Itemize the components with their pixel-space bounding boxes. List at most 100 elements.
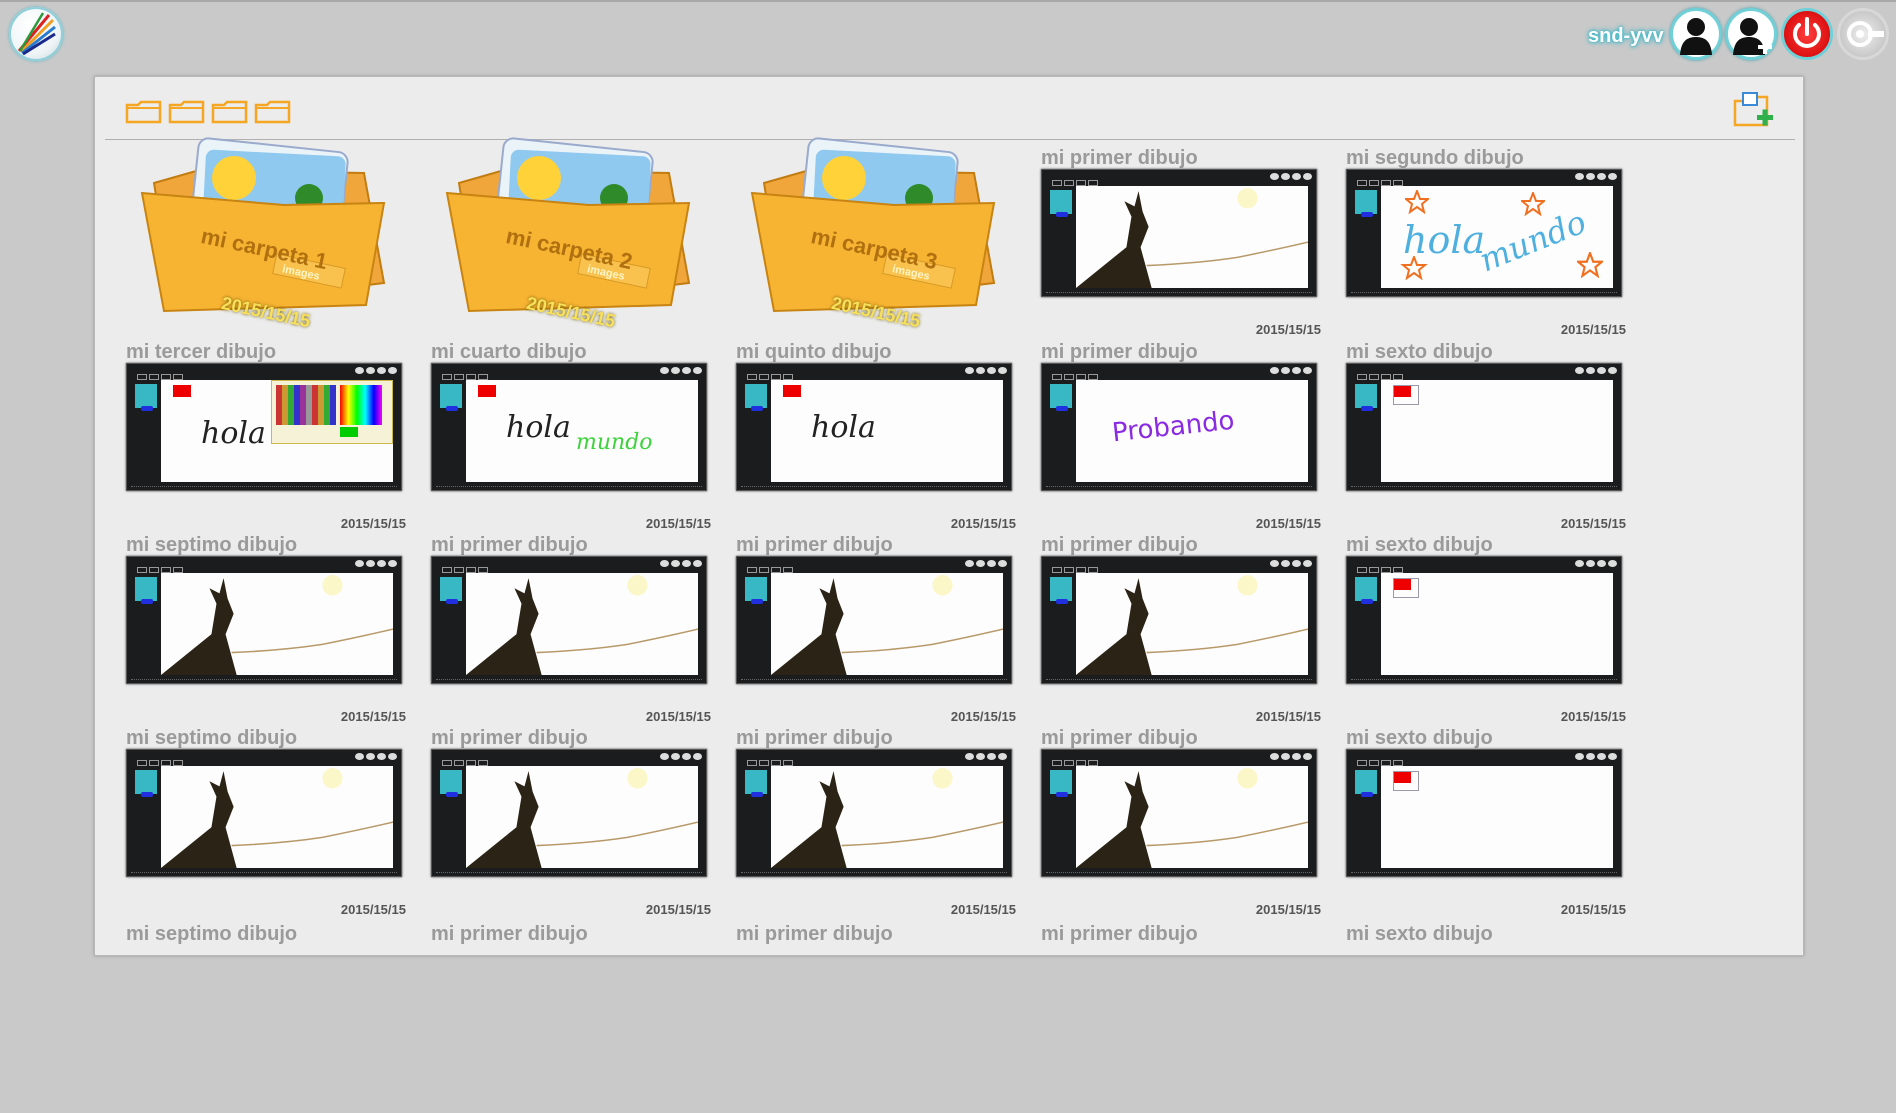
drawing-title[interactable]: mi sexto dibujo xyxy=(1346,341,1493,363)
drawing-date: 2015/15/15 xyxy=(1560,902,1626,917)
drawing-title[interactable]: mi quinto dibujo xyxy=(736,341,892,363)
drawing-item[interactable]: mi segundo dibujo hola mundo 2015/15/15 xyxy=(1346,147,1626,337)
drawing-item[interactable]: mi septimo dibujo 2015/15/15 xyxy=(126,534,406,724)
drawing-item[interactable]: mi sexto dibujo 2015/15/15 xyxy=(1346,341,1626,531)
drawing-title[interactable]: mi septimo dibujo xyxy=(126,923,297,945)
drawing-item[interactable]: mi primer dibujo 2015/15/15 xyxy=(1041,727,1321,917)
image-folder-icon xyxy=(750,137,996,313)
folder-item[interactable]: mi carpeta 2 images 2015/15/15 xyxy=(431,133,711,331)
user-silhouette-icon xyxy=(1680,18,1712,55)
drawing-canvas xyxy=(771,766,1004,868)
drawing-thumbnail[interactable] xyxy=(1041,556,1317,684)
drawing-title[interactable]: mi tercer dibujo xyxy=(126,341,276,363)
drawing-title[interactable]: mi primer dibujo xyxy=(431,923,588,945)
drawing-thumbnail[interactable] xyxy=(431,556,707,684)
window-controls xyxy=(660,367,702,374)
drawing-item[interactable]: mi primer dibujo 2015/15/15 xyxy=(736,534,1016,724)
profile-button[interactable] xyxy=(1670,8,1722,60)
drawing-item[interactable]: mi primer dibujo 2015/15/15 xyxy=(1041,534,1321,724)
drawing-item[interactable]: mi septimo dibujo xyxy=(126,923,406,1113)
drawing-item[interactable]: mi sexto dibujo 2015/15/15 xyxy=(1346,534,1626,724)
drawing-item[interactable]: mi primer dibujo 2015/15/15 xyxy=(431,727,711,917)
drawing-item[interactable]: mi cuarto dibujo hola mundo 2015/15/15 xyxy=(431,341,711,531)
drawing-title[interactable]: mi segundo dibujo xyxy=(1346,147,1524,169)
drawing-item[interactable]: mi primer dibujo xyxy=(431,923,711,1113)
drawing-title[interactable]: mi primer dibujo xyxy=(1041,923,1198,945)
mini-palette-color xyxy=(1361,212,1373,217)
drawing-item[interactable]: mi primer dibujo Probando 2015/15/15 xyxy=(1041,341,1321,531)
top-bar: snd-yvv xyxy=(0,0,1896,72)
drawing-item[interactable]: mi tercer dibujo hola 2015/15/15 xyxy=(126,341,406,531)
drawing-title[interactable]: mi primer dibujo xyxy=(736,727,893,749)
drawing-thumbnail[interactable]: hola mundo xyxy=(431,363,707,491)
window-controls xyxy=(965,753,1007,760)
mini-palette xyxy=(1355,770,1377,794)
drawing-item[interactable]: mi primer dibujo 2015/15/15 xyxy=(736,727,1016,917)
drawing-thumbnail[interactable] xyxy=(431,749,707,877)
folder-item[interactable]: mi carpeta 3 images 2015/15/15 xyxy=(736,133,1016,331)
drawing-item[interactable]: mi septimo dibujo 2015/15/15 xyxy=(126,727,406,917)
status-line xyxy=(1046,872,1312,873)
drawing-thumbnail[interactable]: Probando xyxy=(1041,363,1317,491)
drawing-canvas xyxy=(771,573,1004,675)
drawing-title[interactable]: mi sexto dibujo xyxy=(1346,923,1493,945)
drawing-title[interactable]: mi primer dibujo xyxy=(736,923,893,945)
drawing-thumbnail[interactable] xyxy=(736,556,1012,684)
app-logo[interactable] xyxy=(9,7,63,61)
drawing-date: 2015/15/15 xyxy=(340,709,406,724)
tree-drawing xyxy=(1076,575,1309,675)
tree-drawing xyxy=(161,575,394,675)
folder-item[interactable]: mi carpeta 1 images 2015/15/15 xyxy=(126,133,406,331)
mini-palette-color xyxy=(751,792,763,797)
drawing-thumbnail[interactable] xyxy=(1041,169,1317,297)
logout-button[interactable] xyxy=(1781,8,1833,60)
mini-palette-color xyxy=(1361,792,1373,797)
drawing-title[interactable]: mi septimo dibujo xyxy=(126,534,297,556)
window-controls xyxy=(965,367,1007,374)
drawing-thumbnail[interactable] xyxy=(1346,749,1622,877)
tree-drawing xyxy=(466,575,699,675)
swatch-frame xyxy=(1393,385,1419,405)
drawing-title[interactable]: mi septimo dibujo xyxy=(126,727,297,749)
drawing-title[interactable]: mi primer dibujo xyxy=(1041,147,1198,169)
settings-button[interactable] xyxy=(1837,8,1889,60)
drawing-title[interactable]: mi cuarto dibujo xyxy=(431,341,587,363)
drawing-title[interactable]: mi primer dibujo xyxy=(1041,341,1198,363)
drawing-item[interactable]: mi quinto dibujo hola 2015/15/15 xyxy=(736,341,1016,531)
drawing-date: 2015/15/15 xyxy=(1560,516,1626,531)
add-user-button[interactable] xyxy=(1725,8,1777,60)
drawing-item[interactable]: mi sexto dibujo xyxy=(1346,923,1626,1113)
status-line xyxy=(1046,486,1312,487)
drawing-title[interactable]: mi primer dibujo xyxy=(431,534,588,556)
drawing-thumbnail[interactable] xyxy=(1346,363,1622,491)
drawing-thumbnail[interactable]: hola xyxy=(736,363,1012,491)
drawing-date: 2015/15/15 xyxy=(645,516,711,531)
drawing-title[interactable]: mi primer dibujo xyxy=(1041,727,1198,749)
drawing-title[interactable]: mi sexto dibujo xyxy=(1346,534,1493,556)
drawing-item[interactable]: mi primer dibujo xyxy=(736,923,1016,1113)
drawing-item[interactable]: mi primer dibujo 2015/15/15 xyxy=(431,534,711,724)
drawing-thumbnail[interactable] xyxy=(1041,749,1317,877)
window-controls xyxy=(1575,367,1617,374)
drawing-canvas: hola mundo xyxy=(466,380,698,482)
drawing-title[interactable]: mi primer dibujo xyxy=(736,534,893,556)
drawing-date: 2015/15/15 xyxy=(340,902,406,917)
status-line xyxy=(1046,292,1312,293)
drawing-thumbnail[interactable]: hola xyxy=(126,363,402,491)
window-controls xyxy=(965,560,1007,567)
drawing-title[interactable]: mi sexto dibujo xyxy=(1346,727,1493,749)
drawing-title[interactable]: mi primer dibujo xyxy=(1041,534,1198,556)
drawing-thumbnail[interactable] xyxy=(736,749,1012,877)
drawing-item[interactable]: mi sexto dibujo 2015/15/15 xyxy=(1346,727,1626,917)
drawing-thumbnail[interactable] xyxy=(1346,556,1622,684)
drawing-item[interactable]: mi primer dibujo xyxy=(1041,923,1321,1113)
drawing-thumbnail[interactable] xyxy=(126,749,402,877)
drawing-thumbnail[interactable] xyxy=(126,556,402,684)
mini-palette-color xyxy=(141,406,153,411)
status-line xyxy=(131,679,397,680)
drawing-item[interactable]: mi primer dibujo 2015/15/15 xyxy=(1041,147,1321,337)
drawing-thumbnail[interactable]: hola mundo xyxy=(1346,169,1622,297)
drawing-title[interactable]: mi primer dibujo xyxy=(431,727,588,749)
username-label[interactable]: snd-yvv xyxy=(1588,22,1664,50)
mundo-text: mundo xyxy=(576,430,653,455)
